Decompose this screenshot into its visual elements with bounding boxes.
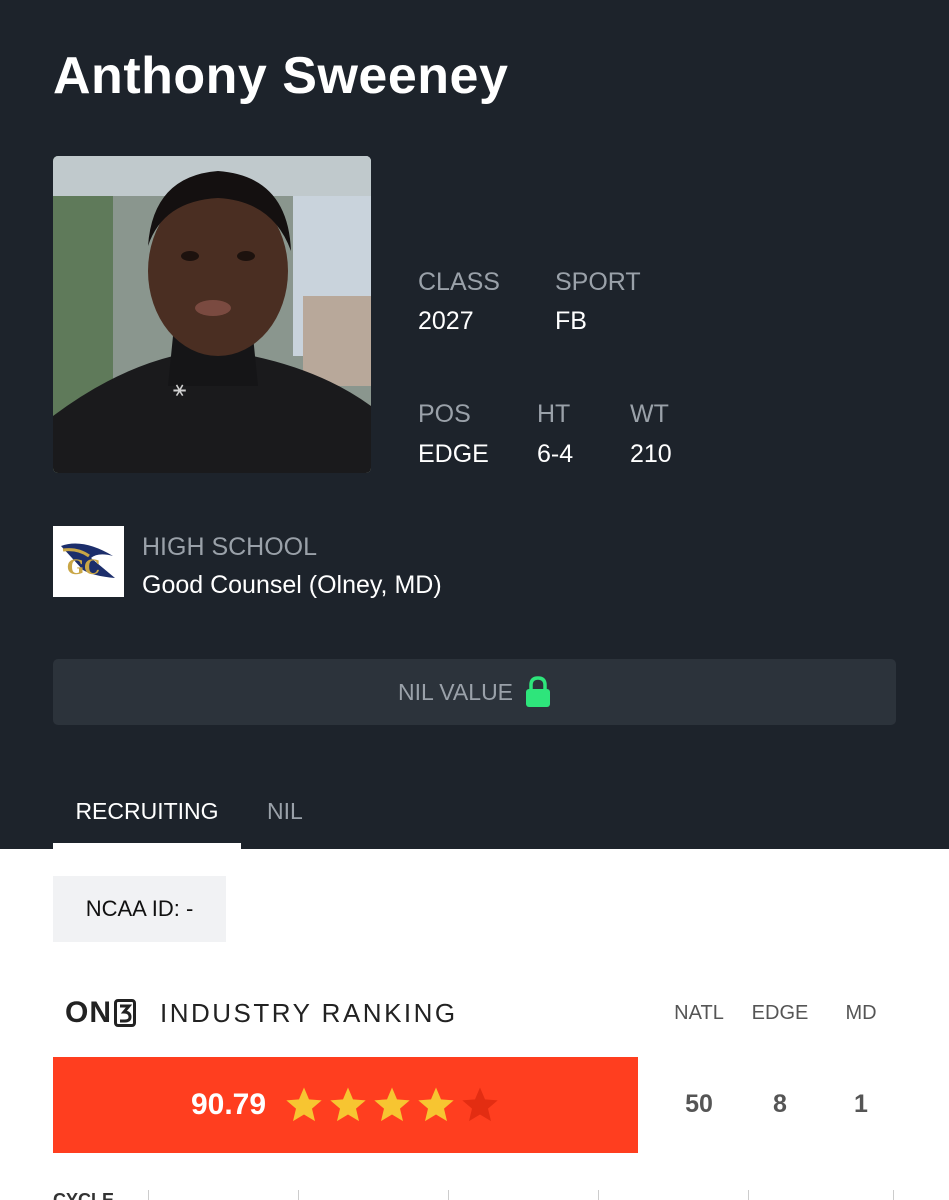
rank-header-natl: NATL xyxy=(674,1002,724,1024)
industry-score-bar: 90.79 xyxy=(53,1057,638,1153)
player-photo-image: ⚹ xyxy=(53,156,371,473)
high-school-label: HIGH SCHOOL xyxy=(142,533,318,561)
player-photo: ⚹ xyxy=(53,156,371,473)
rank-header-edge: EDGE xyxy=(751,1002,809,1024)
cycle-divider xyxy=(748,1190,749,1200)
nil-value-button[interactable]: NIL VALUE xyxy=(53,659,896,725)
class-value: 2027 xyxy=(418,307,474,335)
on3-logo-text: ON xyxy=(65,996,112,1029)
rank-value-edge[interactable]: 8 xyxy=(740,1090,820,1119)
active-tab-indicator xyxy=(53,843,241,849)
cycle-divider xyxy=(598,1190,599,1200)
school-hawk-logo-icon: GC xyxy=(61,543,115,579)
nil-value-label: NIL VALUE xyxy=(397,678,514,705)
player-name: Anthony Sweeney xyxy=(53,47,509,105)
high-school-name[interactable]: Good Counsel (Olney, MD) xyxy=(142,571,442,600)
industry-score: 90.79 xyxy=(190,1088,267,1121)
on3-logo: ON xyxy=(65,995,136,1031)
star-filled-icon xyxy=(286,1087,322,1122)
height-value: 6-4 xyxy=(537,440,574,468)
cycle-divider xyxy=(298,1190,299,1200)
rank-value-natl[interactable]: 50 xyxy=(659,1090,739,1119)
cycle-divider xyxy=(148,1190,149,1200)
position-value: EDGE xyxy=(418,440,489,468)
class-label: CLASS xyxy=(418,268,500,296)
star-rating xyxy=(284,1085,500,1125)
school-logo[interactable]: GC xyxy=(53,526,124,597)
tab-nil[interactable]: NIL xyxy=(267,798,303,825)
position-label: POS xyxy=(418,400,471,428)
tab-recruiting[interactable]: RECRUITING xyxy=(53,798,241,825)
cycle-label: CYCLE xyxy=(53,1190,115,1200)
cycle-divider xyxy=(448,1190,449,1200)
star-empty-icon xyxy=(462,1087,498,1122)
rank-value-md[interactable]: 1 xyxy=(821,1090,901,1119)
cycle-divider xyxy=(893,1190,894,1200)
weight-value: 210 xyxy=(630,440,672,468)
weight-label: WT xyxy=(630,400,669,428)
industry-ranking-title: INDUSTRY RANKING xyxy=(160,998,458,1028)
height-label: HT xyxy=(537,400,571,428)
star-filled-icon xyxy=(418,1087,454,1122)
sport-label: SPORT xyxy=(555,268,641,296)
ncaa-id-badge: NCAA ID: - xyxy=(53,876,226,942)
cycle-row: CYCLE xyxy=(53,1190,949,1200)
school-logo-lettering: GC xyxy=(67,555,100,579)
rank-header-md: MD xyxy=(845,1002,877,1024)
star-filled-icon xyxy=(330,1087,366,1122)
star-filled-icon xyxy=(374,1087,410,1122)
sport-value: FB xyxy=(555,307,587,335)
player-header: Anthony Sweeney ⚹ CLASS 2027 SPORT FB PO… xyxy=(0,0,949,849)
svg-text:⚹: ⚹ xyxy=(173,377,186,402)
lock-icon xyxy=(526,676,551,707)
on3-three-mark-icon xyxy=(114,999,136,1027)
